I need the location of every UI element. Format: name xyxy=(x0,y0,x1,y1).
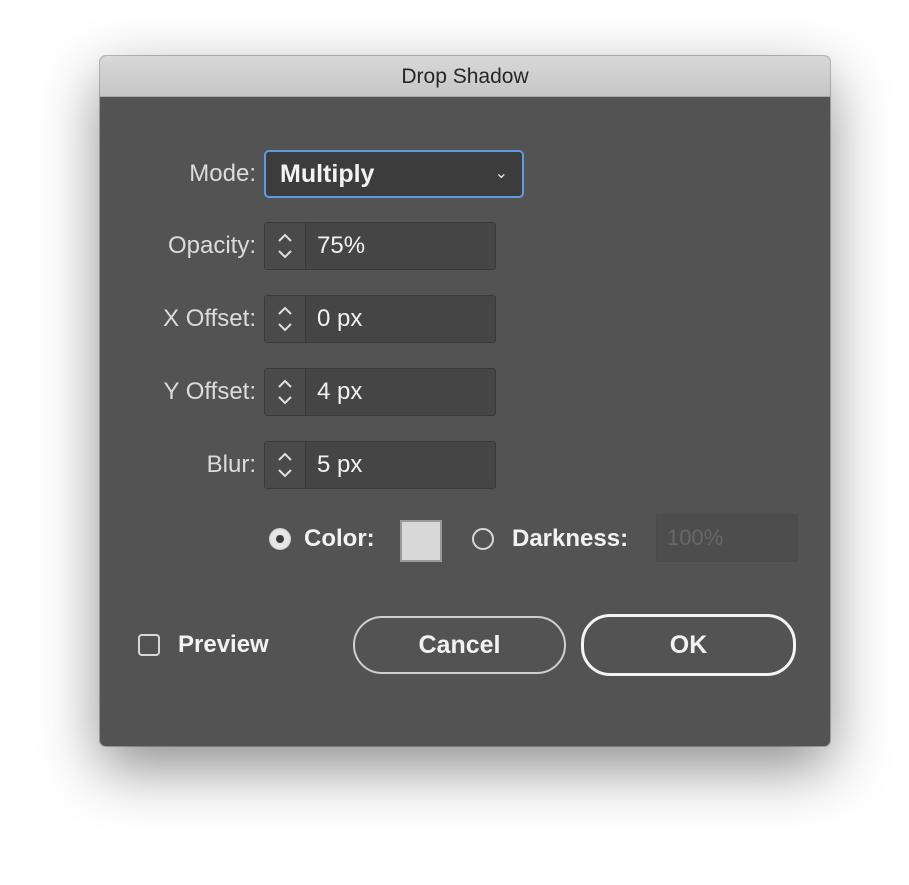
cancel-button[interactable]: Cancel xyxy=(353,616,566,674)
stage: Drop Shadow Mode: Multiply ⌄ Opacity: 75… xyxy=(0,0,909,885)
stepper-arrows-icon[interactable] xyxy=(265,223,306,269)
preview-checkbox[interactable] xyxy=(138,634,160,656)
y-offset-label: Y Offset: xyxy=(163,378,257,405)
darkness-label[interactable]: Darkness: xyxy=(512,524,628,554)
blur-field[interactable]: 5 px xyxy=(264,441,496,489)
preview-label[interactable]: Preview xyxy=(178,630,269,660)
stepper-arrows-icon[interactable] xyxy=(265,369,306,415)
color-radio[interactable] xyxy=(269,528,291,550)
y-offset-field[interactable]: 4 px xyxy=(264,368,496,416)
mode-label: Mode: xyxy=(189,160,256,187)
drop-shadow-dialog: Drop Shadow Mode: Multiply ⌄ Opacity: 75… xyxy=(100,56,830,746)
blur-label: Blur: xyxy=(206,451,256,478)
opacity-field[interactable]: 75% xyxy=(264,222,496,270)
mode-dropdown[interactable]: Multiply ⌄ xyxy=(264,150,524,198)
color-label[interactable]: Color: xyxy=(304,524,375,554)
stepper-arrows-icon[interactable] xyxy=(265,442,306,488)
mode-value: Multiply xyxy=(280,160,375,188)
x-offset-field[interactable]: 0 px xyxy=(264,295,496,343)
darkness-field: 100% xyxy=(656,514,798,562)
x-offset-value[interactable]: 0 px xyxy=(317,296,362,342)
dialog-title: Drop Shadow xyxy=(100,56,830,97)
x-offset-label: X Offset: xyxy=(163,305,256,332)
opacity-value[interactable]: 75% xyxy=(317,223,365,269)
chevron-down-icon: ⌄ xyxy=(494,165,508,182)
color-swatch[interactable] xyxy=(400,520,442,562)
stepper-arrows-icon[interactable] xyxy=(265,296,306,342)
y-offset-value[interactable]: 4 px xyxy=(317,369,362,415)
ok-button[interactable]: OK xyxy=(581,614,796,676)
darkness-radio[interactable] xyxy=(472,528,494,550)
blur-value[interactable]: 5 px xyxy=(317,442,362,488)
opacity-label: Opacity: xyxy=(167,232,256,259)
